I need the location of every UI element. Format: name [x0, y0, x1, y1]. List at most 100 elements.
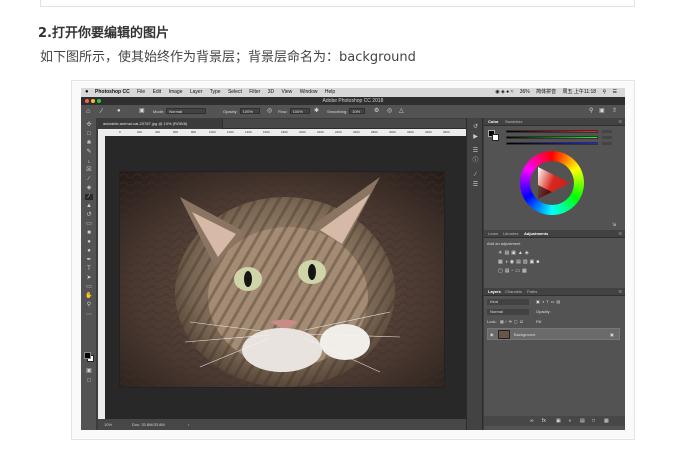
- zoom-level[interactable]: 10%: [104, 419, 112, 430]
- menu-window[interactable]: Window: [300, 89, 318, 95]
- layer-name[interactable]: Background: [514, 332, 535, 337]
- path-select-icon[interactable]: ➤: [85, 275, 93, 281]
- tab-adjustments[interactable]: Adjustments: [524, 230, 548, 238]
- blue-slider[interactable]: [506, 142, 598, 145]
- blend-mode-select[interactable]: Normal: [487, 309, 529, 315]
- brush-tool-icon[interactable]: ∕: [85, 194, 93, 200]
- share-icon[interactable]: ⇧: [612, 105, 617, 118]
- smoothing-control[interactable]: Smoothing: 10%: [327, 105, 366, 118]
- adjustment-icons-row-3[interactable]: ▢▤▫▭▦: [498, 268, 529, 274]
- color-triangle[interactable]: [530, 161, 574, 205]
- smoothing-field[interactable]: 10%: [349, 108, 366, 114]
- frame-tool-icon[interactable]: ☒: [85, 167, 93, 173]
- color-swatches[interactable]: [84, 352, 94, 362]
- doc-size[interactable]: Doc: 33.8M/33.8M: [132, 419, 165, 430]
- document-tab[interactable]: adorable-animal-cat-20787.jpg @ 10% (RGB…: [98, 119, 223, 129]
- opacity-control[interactable]: Opacity: 100%: [223, 105, 260, 118]
- menu-view[interactable]: View: [282, 89, 293, 95]
- menu-image[interactable]: Image: [169, 89, 183, 95]
- pressure-size-icon[interactable]: ◎: [387, 105, 392, 118]
- airbrush-icon[interactable]: ✱: [314, 105, 319, 118]
- blur-tool-icon[interactable]: ●: [85, 239, 93, 245]
- menu-filter[interactable]: Filter: [249, 89, 260, 95]
- search-icon[interactable]: ⚲: [589, 105, 593, 118]
- pen-tool-icon[interactable]: ✒: [85, 257, 93, 263]
- move-tool-icon[interactable]: ✣: [85, 122, 93, 128]
- tab-swatches[interactable]: Swatches: [505, 118, 522, 126]
- workspace-icon[interactable]: ▣: [599, 105, 605, 118]
- brush-tool-icon[interactable]: ∕: [101, 105, 102, 118]
- green-slider[interactable]: [506, 136, 598, 139]
- marquee-tool-icon[interactable]: □: [85, 131, 93, 137]
- tab-learn[interactable]: Learn: [488, 230, 498, 238]
- menu-select[interactable]: Select: [228, 89, 242, 95]
- resize-icon[interactable]: ⇲: [612, 222, 616, 228]
- tab-layers[interactable]: Layers: [488, 288, 501, 296]
- add-mask-icon[interactable]: ▣: [556, 416, 561, 426]
- new-group-icon[interactable]: ▤: [580, 416, 585, 426]
- zoom-tool-icon[interactable]: ⚲: [85, 302, 93, 308]
- gear-icon[interactable]: ⚙: [374, 105, 379, 118]
- hand-tool-icon[interactable]: ✋: [85, 293, 93, 299]
- actions-icon[interactable]: ▶: [472, 134, 479, 140]
- apple-icon[interactable]: ●: [85, 88, 89, 97]
- symmetry-icon[interactable]: △: [399, 105, 404, 118]
- tab-paths[interactable]: Paths: [527, 288, 537, 296]
- lock-icons[interactable]: ▦∕✣▢☑: [500, 319, 525, 324]
- flow-field[interactable]: 100%: [289, 108, 310, 114]
- green-value[interactable]: [602, 136, 612, 139]
- crop-tool-icon[interactable]: ⌞: [85, 158, 93, 164]
- new-fill-layer-icon[interactable]: ◑: [568, 416, 571, 426]
- red-value[interactable]: [602, 130, 612, 133]
- fx-icon[interactable]: fx: [542, 416, 546, 426]
- menu-edit[interactable]: Edit: [153, 89, 162, 95]
- mode-control[interactable]: Mode: Normal: [153, 105, 207, 118]
- search-icon[interactable]: ⚲: [602, 89, 606, 95]
- gradient-tool-icon[interactable]: ■: [85, 230, 93, 236]
- more-tools-icon[interactable]: ⋯: [85, 312, 93, 318]
- menu-file[interactable]: File: [137, 89, 145, 95]
- link-layers-icon[interactable]: ∞: [530, 416, 534, 426]
- screen-mode-icon[interactable]: □: [85, 378, 93, 384]
- tab-channels[interactable]: Channels: [505, 288, 522, 296]
- panel-menu-icon[interactable]: ☰: [618, 288, 622, 296]
- menu-list-icon[interactable]: ☰: [613, 89, 617, 95]
- flow-control[interactable]: Flow: 100%: [278, 105, 310, 118]
- healing-tool-icon[interactable]: ◈: [85, 185, 93, 191]
- panel-menu-icon[interactable]: ☰: [618, 118, 622, 126]
- adjust-icon[interactable]: ☰: [472, 182, 479, 188]
- properties-icon[interactable]: ☰: [472, 148, 479, 154]
- menu-help[interactable]: Help: [325, 89, 335, 95]
- shape-tool-icon[interactable]: ▭: [85, 284, 93, 290]
- adjustment-icons-row-2[interactable]: ▦◑◉▤▧▣■: [498, 259, 541, 265]
- history-brush-icon[interactable]: ↺: [85, 212, 93, 218]
- layer-filter-kind[interactable]: Kind: [487, 299, 529, 305]
- info-icon[interactable]: ⓘ: [472, 158, 479, 164]
- tab-color[interactable]: Color: [488, 118, 498, 126]
- layer-row-background[interactable]: ◉ Background ▣: [487, 328, 620, 340]
- adjustment-icons-row-1[interactable]: ☀▤▣▲◈: [498, 250, 531, 256]
- cat-photo[interactable]: [119, 171, 445, 388]
- status-icons[interactable]: ◉ ◈ ● ≈: [495, 89, 513, 95]
- history-icon[interactable]: ↺: [472, 124, 479, 130]
- brush-preset-icon[interactable]: ●: [117, 105, 121, 118]
- panel-menu-icon[interactable]: ☰: [618, 230, 622, 238]
- status-menu-icon[interactable]: ›: [188, 419, 189, 430]
- menu-3d[interactable]: 3D: [268, 89, 274, 95]
- mode-select[interactable]: Normal: [166, 108, 207, 114]
- foreground-color-swatch[interactable]: [84, 352, 91, 359]
- delete-layer-icon[interactable]: ▦: [604, 416, 609, 426]
- eye-icon[interactable]: ◉: [490, 332, 494, 337]
- blue-value[interactable]: [602, 142, 612, 145]
- type-tool-icon[interactable]: T: [85, 266, 93, 272]
- menu-layer[interactable]: Layer: [190, 89, 203, 95]
- quick-mask-icon[interactable]: ▣: [85, 368, 93, 374]
- eraser-tool-icon[interactable]: ▭: [85, 221, 93, 227]
- lasso-tool-icon[interactable]: ❀: [85, 140, 93, 146]
- opacity-field[interactable]: 100%: [239, 108, 260, 114]
- battery-percent[interactable]: 36%: [520, 89, 530, 95]
- quick-select-icon[interactable]: ✎: [85, 149, 93, 155]
- clock[interactable]: 周五 上午11:18: [563, 89, 597, 95]
- stamp-tool-icon[interactable]: ▲: [85, 203, 93, 209]
- dodge-tool-icon[interactable]: ●: [85, 248, 93, 254]
